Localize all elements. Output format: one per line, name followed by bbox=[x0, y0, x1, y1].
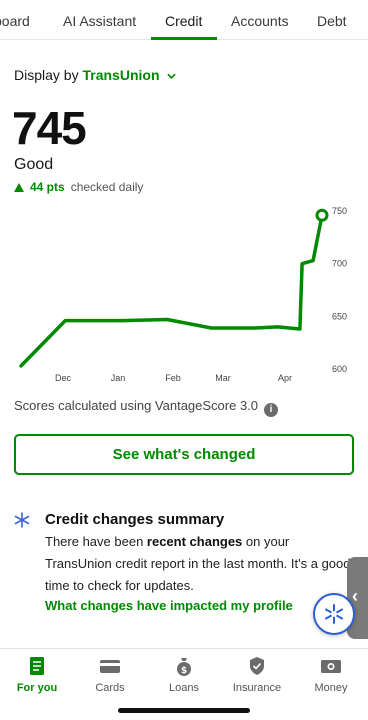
nav-for-you[interactable]: For you bbox=[2, 655, 72, 694]
nav-label: Loans bbox=[169, 682, 199, 694]
score-line bbox=[19, 213, 324, 368]
bureau-selector[interactable]: Display by TransUnion bbox=[14, 67, 177, 83]
x-tick-label: Apr bbox=[278, 373, 292, 383]
nav-label: For you bbox=[16, 682, 58, 694]
bureau-name[interactable]: TransUnion bbox=[82, 67, 159, 83]
nav-insurance[interactable]: Insurance bbox=[222, 655, 292, 694]
current-score-point bbox=[315, 208, 329, 222]
sparkle-icon bbox=[14, 512, 30, 528]
cash-icon bbox=[321, 660, 341, 673]
y-tick-label: 700 bbox=[332, 259, 347, 269]
chevron-down-icon[interactable] bbox=[167, 73, 177, 80]
y-tick-label: 650 bbox=[332, 311, 347, 321]
vantage-text: Scores calculated using VantageScore 3.0 bbox=[14, 398, 259, 413]
document-icon bbox=[30, 657, 44, 675]
home-indicator bbox=[118, 708, 250, 713]
nav-cards[interactable]: Cards bbox=[75, 655, 145, 694]
tab-credit[interactable]: Credit bbox=[165, 13, 202, 29]
see-whats-changed-button[interactable]: See what's changed bbox=[14, 434, 354, 475]
nav-money[interactable]: Money bbox=[296, 655, 366, 694]
tab-ai-assistant[interactable]: AI Assistant bbox=[63, 13, 136, 29]
tab-accounts[interactable]: Accounts bbox=[231, 13, 289, 29]
summary-body-bold: recent changes bbox=[146, 534, 243, 549]
x-tick-label: Mar bbox=[215, 373, 231, 383]
display-by-label: Display by bbox=[14, 67, 79, 83]
active-tab-indicator bbox=[151, 37, 217, 40]
nav-label: Insurance bbox=[232, 682, 282, 694]
vantage-note: Scores calculated using VantageScore 3.0… bbox=[14, 398, 279, 417]
nav-loans[interactable]: $ Loans bbox=[149, 655, 219, 694]
summary-title: Credit changes summary bbox=[45, 511, 225, 528]
assistant-sparkle-icon bbox=[325, 604, 343, 624]
shield-icon bbox=[250, 657, 264, 675]
tab-dashboard[interactable]: board bbox=[0, 13, 30, 29]
up-arrow-icon bbox=[14, 183, 24, 192]
nav-label: Money bbox=[314, 682, 348, 694]
info-icon[interactable]: i bbox=[264, 403, 279, 417]
score-history-chart: 750 700 650 600 Dec Jan Feb Mar Apr bbox=[19, 206, 347, 383]
summary-body: There have been recent changes on your T… bbox=[45, 531, 351, 597]
x-tick-label: Feb bbox=[165, 373, 181, 383]
score-change-points: 44 pts bbox=[30, 180, 65, 194]
y-tick-label: 600 bbox=[332, 364, 347, 374]
credit-score: 745 bbox=[12, 102, 87, 154]
impacted-profile-link[interactable]: What changes have impacted my profile bbox=[45, 598, 293, 613]
card-icon bbox=[100, 660, 120, 673]
top-tab-bar: board AI Assistant Credit Accounts Debt bbox=[0, 0, 368, 40]
ai-assistant-button[interactable] bbox=[313, 593, 355, 635]
score-change: 44 pts checked daily bbox=[14, 180, 143, 194]
x-tick-label: Dec bbox=[55, 373, 72, 383]
score-rating: Good bbox=[14, 156, 54, 173]
nav-label: Cards bbox=[95, 682, 125, 694]
svg-text:$: $ bbox=[181, 666, 187, 676]
y-tick-label: 750 bbox=[332, 206, 347, 216]
x-tick-label: Jan bbox=[111, 373, 126, 383]
summary-body-pre: There have been bbox=[45, 534, 147, 549]
money-bag-icon: $ bbox=[177, 658, 191, 676]
score-frequency: checked daily bbox=[70, 180, 144, 194]
tab-debt[interactable]: Debt bbox=[317, 13, 347, 29]
